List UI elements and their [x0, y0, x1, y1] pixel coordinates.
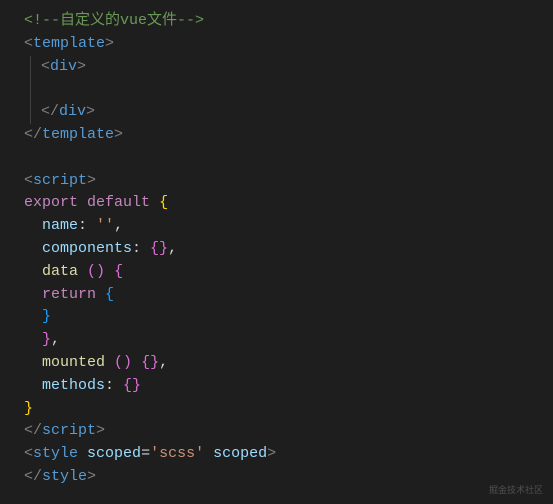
code-line: </script> — [24, 420, 553, 443]
code-line: export default { — [24, 192, 553, 215]
code-line: } — [24, 398, 553, 421]
comment-text: <!--自定义的vue文件--> — [24, 12, 204, 29]
code-line: return { — [24, 284, 553, 307]
code-line: </div> — [24, 101, 553, 124]
code-line: }, — [24, 329, 553, 352]
code-line: } — [24, 306, 553, 329]
code-line: <style scoped='scss' scoped> — [24, 443, 553, 466]
code-line: components: {}, — [24, 238, 553, 261]
code-line — [24, 78, 553, 101]
code-line: <!--自定义的vue文件--> — [24, 10, 553, 33]
code-line: </style> — [24, 466, 553, 489]
code-line: </template> — [24, 124, 553, 147]
code-line: mounted () {}, — [24, 352, 553, 375]
code-line: name: '', — [24, 215, 553, 238]
code-line: <div> — [24, 56, 553, 79]
code-line: methods: {} — [24, 375, 553, 398]
code-line: data () { — [24, 261, 553, 284]
watermark: 掘金技术社区 — [489, 484, 543, 498]
code-editor[interactable]: <!--自定义的vue文件--> <template> <div> </div>… — [0, 0, 553, 489]
code-line: <template> — [24, 33, 553, 56]
code-line: <script> — [24, 170, 553, 193]
code-line — [24, 147, 553, 170]
